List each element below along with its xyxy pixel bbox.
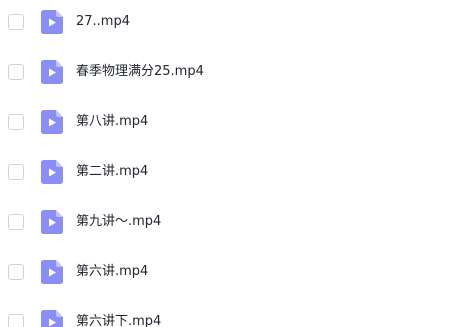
video-file-icon bbox=[41, 260, 63, 284]
file-row[interactable]: 第八讲.mp4 bbox=[0, 97, 474, 147]
file-name[interactable]: 第六讲下.mp4 bbox=[76, 314, 161, 327]
file-name[interactable]: 春季物理满分25.mp4 bbox=[76, 64, 204, 80]
file-list: 27..mp4 春季物理满分25.mp4 第八讲.mp4 第二讲.mp4 第九讲… bbox=[0, 0, 474, 327]
file-row[interactable]: 第六讲下.mp4 bbox=[0, 297, 474, 327]
video-file-icon bbox=[41, 160, 63, 184]
file-name[interactable]: 第八讲.mp4 bbox=[76, 114, 148, 130]
row-checkbox[interactable] bbox=[8, 214, 24, 230]
file-row[interactable]: 第六讲.mp4 bbox=[0, 247, 474, 297]
row-checkbox[interactable] bbox=[8, 64, 24, 80]
video-file-icon bbox=[41, 110, 63, 134]
row-checkbox[interactable] bbox=[8, 264, 24, 280]
file-name[interactable]: 27..mp4 bbox=[76, 14, 130, 30]
row-checkbox[interactable] bbox=[8, 314, 24, 327]
file-name[interactable]: 第九讲～.mp4 bbox=[76, 214, 161, 230]
file-name[interactable]: 第六讲.mp4 bbox=[76, 264, 148, 280]
video-file-icon bbox=[41, 210, 63, 234]
file-row[interactable]: 春季物理满分25.mp4 bbox=[0, 47, 474, 97]
video-file-icon bbox=[41, 310, 63, 327]
row-checkbox[interactable] bbox=[8, 164, 24, 180]
video-file-icon bbox=[41, 60, 63, 84]
file-row[interactable]: 27..mp4 bbox=[0, 0, 474, 47]
row-checkbox[interactable] bbox=[8, 14, 24, 30]
file-name[interactable]: 第二讲.mp4 bbox=[76, 164, 148, 180]
file-row[interactable]: 第二讲.mp4 bbox=[0, 147, 474, 197]
video-file-icon bbox=[41, 10, 63, 34]
file-row[interactable]: 第九讲～.mp4 bbox=[0, 197, 474, 247]
row-checkbox[interactable] bbox=[8, 114, 24, 130]
